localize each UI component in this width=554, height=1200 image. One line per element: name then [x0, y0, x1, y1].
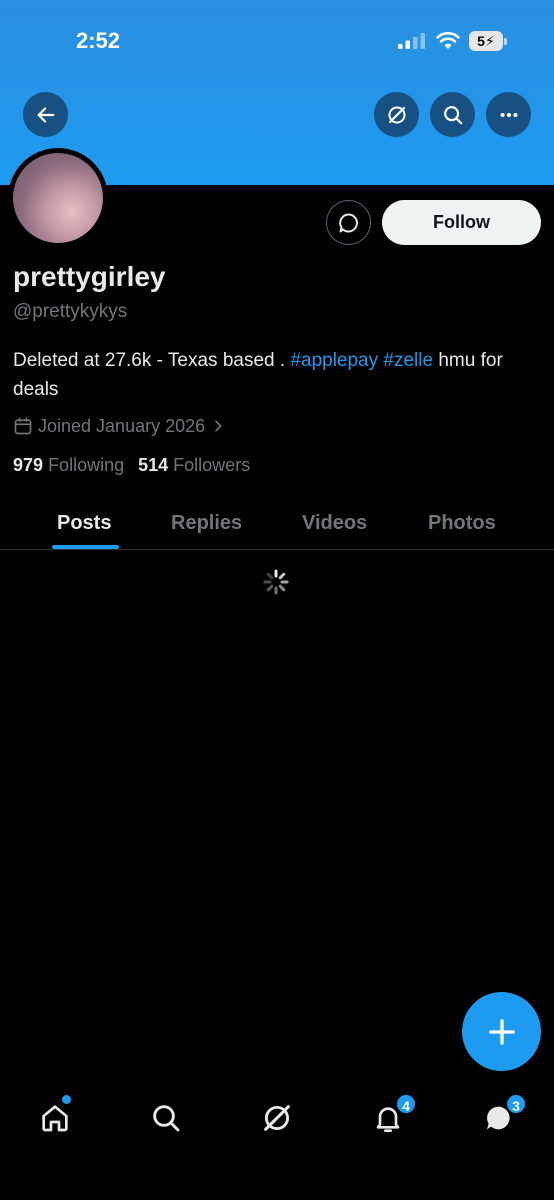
plus-icon: [488, 1018, 515, 1045]
grok-icon: [264, 1105, 290, 1131]
tab-photos[interactable]: Photos: [428, 496, 496, 550]
home-icon: [42, 1105, 68, 1132]
hashtag-link[interactable]: #zelle: [383, 350, 433, 371]
chevron-right-icon: [215, 420, 222, 432]
avatar[interactable]: [8, 148, 108, 248]
battery-icon: 5⚡: [469, 31, 507, 51]
bio: Deleted at 27.6k - Texas based . #applep…: [13, 346, 543, 404]
tab-posts[interactable]: Posts: [57, 496, 111, 550]
compose-post-button[interactable]: [462, 992, 541, 1071]
bio-text: Deleted at 27.6k - Texas based .: [13, 350, 291, 371]
cellular-signal-icon: [398, 33, 425, 49]
status-time: 2:52: [76, 28, 121, 53]
more-button[interactable]: [486, 92, 531, 137]
message-button[interactable]: [326, 200, 371, 245]
following-count: 979: [13, 455, 44, 475]
notifications-badge: 4: [395, 1093, 417, 1115]
search-button[interactable]: [430, 92, 475, 137]
nav-home[interactable]: [35, 1098, 75, 1138]
tab-replies[interactable]: Replies: [171, 496, 242, 550]
profile-tabs: Posts Replies Videos Photos: [0, 496, 554, 550]
messages-badge: 3: [505, 1093, 527, 1115]
more-icon: [500, 112, 517, 117]
display-name: prettygirley: [13, 261, 166, 292]
following-link[interactable]: 979 Following: [13, 455, 124, 476]
joined-text: Joined January 2026: [38, 415, 206, 436]
tab-videos[interactable]: Videos: [302, 496, 367, 550]
followers-count: 514: [138, 455, 169, 475]
battery-level: 5: [477, 33, 485, 49]
joined-date[interactable]: Joined January 2026: [13, 415, 226, 437]
grok-button[interactable]: [374, 92, 419, 137]
search-icon: [153, 1105, 180, 1132]
back-button[interactable]: [23, 92, 68, 137]
home-notification-dot: [62, 1095, 71, 1104]
chat-bubble-icon: [338, 212, 358, 232]
avatar-image: [13, 153, 103, 243]
loading-spinner-icon: [263, 569, 289, 595]
bottom-navigation: 4 3: [0, 1080, 554, 1200]
follow-button[interactable]: Follow: [382, 200, 541, 245]
handle: @prettykykys: [13, 301, 128, 322]
search-icon: [443, 105, 462, 124]
arrow-left-icon: [37, 106, 54, 123]
nav-search[interactable]: [146, 1098, 186, 1138]
grok-icon: [388, 106, 405, 123]
status-bar: 2:52 5⚡: [0, 0, 554, 80]
followers-link[interactable]: 514 Followers: [138, 455, 250, 476]
hashtag-link[interactable]: #applepay: [290, 350, 378, 371]
followers-label: Followers: [173, 455, 251, 475]
calendar-icon: [14, 417, 32, 435]
wifi-icon: [436, 32, 460, 49]
nav-grok[interactable]: [257, 1098, 297, 1138]
follow-stats: 979 Following 514 Followers: [13, 455, 250, 476]
active-tab-indicator: [52, 545, 119, 549]
following-label: Following: [48, 455, 125, 475]
